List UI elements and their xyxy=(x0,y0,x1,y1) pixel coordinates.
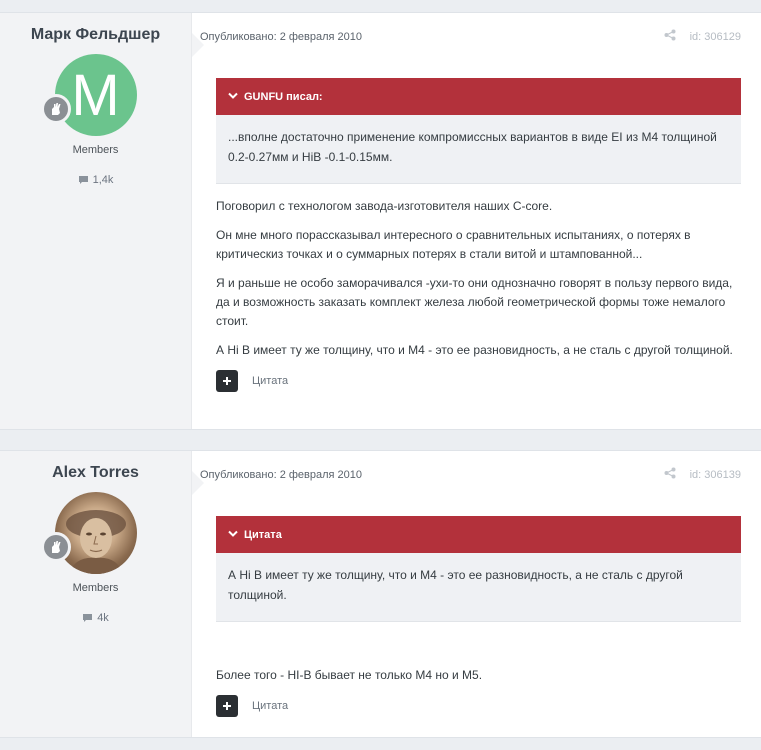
quote-title: Цитата xyxy=(244,528,282,541)
post-id[interactable]: id: 306139 xyxy=(690,469,741,481)
post-id[interactable]: id: 306129 xyxy=(690,31,741,43)
share-icon[interactable] xyxy=(664,29,676,44)
avatar-wrapper: M xyxy=(40,54,137,136)
reputation-count: 4k xyxy=(82,612,109,624)
comment-icon xyxy=(78,176,88,184)
post-paragraph: Он мне много порассказывал интересного о… xyxy=(216,228,691,261)
quote-button[interactable]: Цитата xyxy=(252,700,288,712)
rank-badge-icon xyxy=(40,94,71,124)
post-content: Опубликовано: 2 февраля 2010 id: 306139 … xyxy=(192,451,761,737)
reputation-value: 1,4k xyxy=(92,174,114,186)
post-date[interactable]: Опубликовано: 2 февраля 2010 xyxy=(200,469,362,481)
quote-header[interactable]: Цитата xyxy=(216,516,741,553)
quote-block: GUNFU писал: ...вполне достаточно примен… xyxy=(216,78,741,184)
author-panel: Alex Torres Members 4k xyxy=(0,451,204,737)
post: Марк Фельдшер M Members 1,4k Опубликован… xyxy=(0,12,761,430)
author-name[interactable]: Марк Фельдшер xyxy=(0,26,191,44)
post-paragraph: Более того - HI-B бывает не только М4 но… xyxy=(216,668,483,682)
post-paragraph: Я и раньше не особо заморачивался -ухи-т… xyxy=(216,276,733,328)
author-panel: Марк Фельдшер M Members 1,4k xyxy=(0,13,204,429)
comment-icon xyxy=(83,614,93,622)
post-paragraph: А Hi B имеет ту же толщину, что и М4 - э… xyxy=(216,343,733,357)
quote-text: ...вполне достаточно применение компроми… xyxy=(228,130,717,164)
member-group: Members xyxy=(72,144,119,156)
post: Alex Torres Members 4k Опубликовано: 2 ф… xyxy=(0,450,761,738)
multiquote-button[interactable] xyxy=(216,695,238,717)
quote-text: А Hi B имеет ту же толщину, что и М4 - э… xyxy=(228,568,683,602)
avatar[interactable] xyxy=(54,492,137,574)
reputation-count: 1,4k xyxy=(78,174,114,186)
rank-badge-icon xyxy=(40,532,71,562)
plus-icon xyxy=(223,702,231,710)
quote-title: GUNFU писал: xyxy=(244,90,323,103)
post-actions: Цитата xyxy=(216,695,741,717)
share-icon[interactable] xyxy=(664,467,676,482)
quote-header[interactable]: GUNFU писал: xyxy=(216,78,741,115)
reputation-value: 4k xyxy=(97,612,109,624)
post-actions: Цитата xyxy=(216,370,741,392)
quote-block: Цитата А Hi B имеет ту же толщину, что и… xyxy=(216,516,741,622)
post-paragraph: Поговорил с технологом завода-изготовите… xyxy=(216,199,553,213)
post-date[interactable]: Опубликовано: 2 февраля 2010 xyxy=(200,31,362,43)
chevron-down-icon xyxy=(228,91,238,103)
post-body: Более того - HI-B бывает не только М4 но… xyxy=(216,666,741,685)
plus-icon xyxy=(223,377,231,385)
avatar-wrapper xyxy=(40,492,137,574)
avatar[interactable]: M xyxy=(54,54,137,136)
post-meta: Опубликовано: 2 февраля 2010 id: 306129 xyxy=(200,13,741,58)
post-meta: Опубликовано: 2 февраля 2010 id: 306139 xyxy=(200,451,741,496)
post-body: Поговорил с технологом завода-изготовите… xyxy=(216,197,741,360)
post-content: Опубликовано: 2 февраля 2010 id: 306129 … xyxy=(192,13,761,429)
quote-button[interactable]: Цитата xyxy=(252,375,288,387)
author-name[interactable]: Alex Torres xyxy=(0,464,191,482)
chevron-down-icon xyxy=(228,529,238,541)
multiquote-button[interactable] xyxy=(216,370,238,392)
member-group: Members xyxy=(72,582,119,594)
